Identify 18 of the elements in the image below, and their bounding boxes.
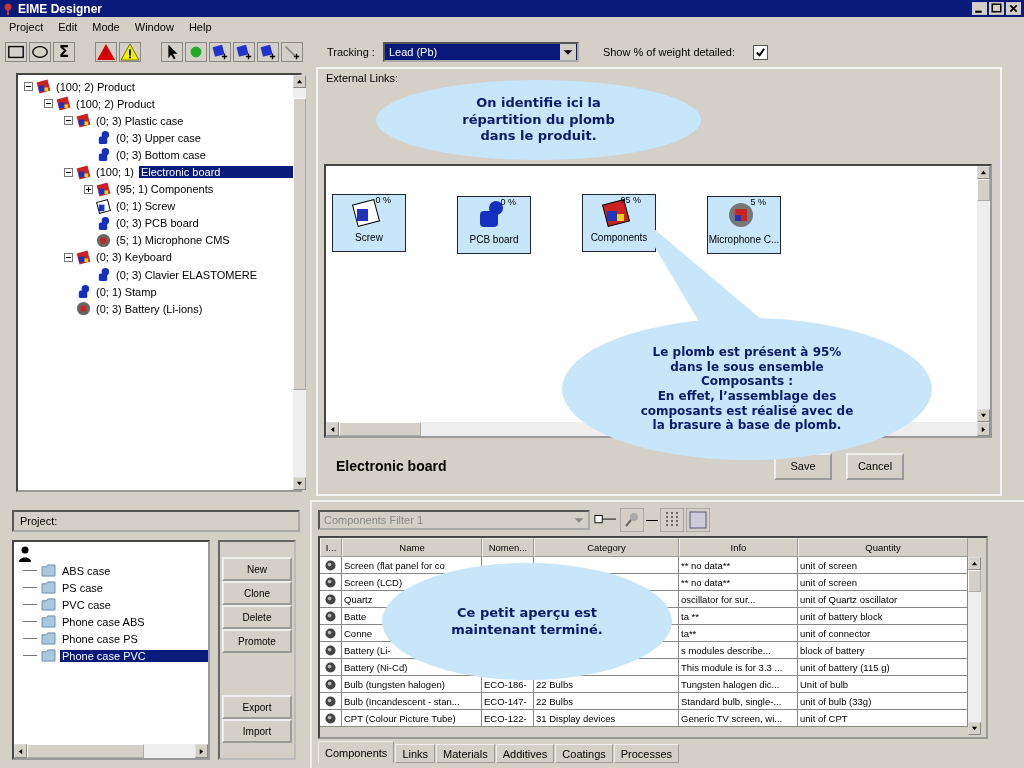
table-cell: 31 Display devices [534,710,679,727]
tree-node-weight: (100; 1) [95,166,135,178]
node-label: Components [589,231,649,243]
percent-label: 0 % [500,196,516,207]
show-weight-label: Show % of weight detailed: [602,46,735,58]
node-label: PCB board [468,233,520,245]
percent-label: 0 % [375,194,391,205]
table-cell: CPT (Colour Picture Tube) [342,710,482,727]
percent-label: 95 % [620,194,641,205]
node-label: Screw [354,231,384,243]
node-label: Microphone C... [708,233,780,245]
window-title: EIME Designer [18,1,103,16]
percent-label: 5 % [750,196,766,207]
table-cell: unit of CPT [798,710,968,727]
selected-item-name: Electronic board [336,458,448,475]
tracking-label: Tracking : [327,46,375,58]
table-cell: ECO-122- [482,710,534,727]
table-cell: Generic TV screen, wi... [679,710,798,727]
